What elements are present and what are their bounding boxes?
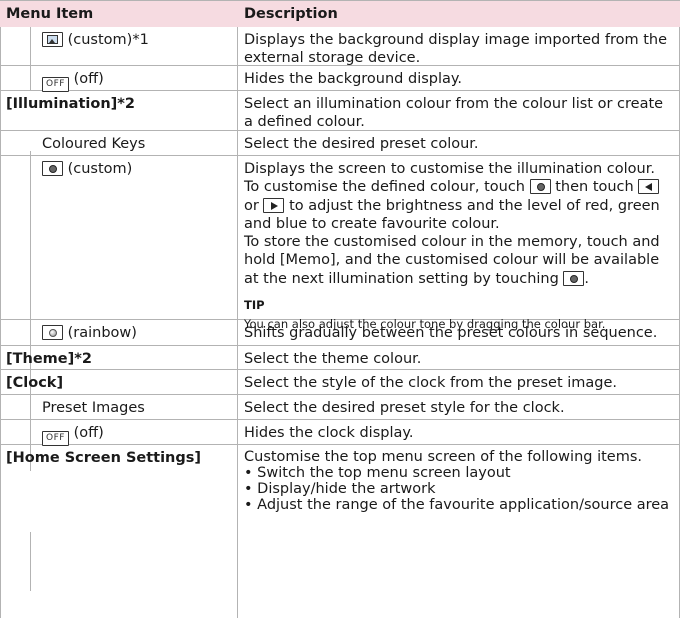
- row-description: Shifts gradually between the preset colo…: [244, 325, 658, 341]
- left-arrow-icon: [638, 179, 660, 195]
- off-button-icon: OFF: [42, 431, 69, 446]
- row-label: (custom): [42, 161, 132, 177]
- rainbow-icon: [42, 325, 63, 340]
- table-row: Preset Images Select the desired preset …: [0, 395, 680, 420]
- bullet-item: • Adjust the range of the favourite appl…: [244, 497, 670, 513]
- table-row: (custom) Displays the screen to customis…: [0, 156, 680, 331]
- table-row: Coloured Keys Select the desired preset …: [0, 131, 680, 156]
- row-description: Select the style of the clock from the p…: [244, 375, 618, 391]
- row-label: (rainbow): [42, 325, 137, 341]
- off-button-icon: OFF: [42, 77, 69, 92]
- row-description: Displays the background display image im…: [244, 32, 668, 67]
- right-arrow-icon: [263, 197, 285, 213]
- table-header: Menu Item Description: [0, 0, 680, 27]
- row-label: Coloured Keys: [42, 136, 146, 152]
- table-row: OFF (off) Hides the background display.: [0, 66, 680, 92]
- row-description: Hides the background display.: [244, 71, 463, 87]
- row-description: Select the desired preset style for the …: [244, 400, 565, 416]
- header-menu-item: Menu Item: [6, 6, 94, 22]
- color-dot-icon: [529, 179, 551, 195]
- row-description: Hides the clock display.: [244, 425, 414, 441]
- row-label: Preset Images: [42, 400, 145, 416]
- row-description: Select the theme colour.: [244, 351, 422, 367]
- row-label: OFF (off): [42, 71, 104, 92]
- row-label: [Illumination]*2: [6, 96, 135, 112]
- row-description: Select the desired preset colour.: [244, 136, 479, 152]
- color-dot-icon: [42, 161, 63, 176]
- row-label: OFF (off): [42, 425, 104, 446]
- row-label: (custom)*1: [42, 32, 149, 48]
- table-row: [Home Screen Settings] Customise the top…: [0, 445, 680, 591]
- bullet-item: • Display/hide the artwork: [244, 481, 436, 497]
- table-row: (rainbow) Shifts gradually between the p…: [0, 320, 680, 346]
- table-row: [Illumination]*2 Select an illumination …: [0, 91, 680, 131]
- table-row: [Theme]*2 Select the theme colour.: [0, 346, 680, 370]
- row-description: Customise the top menu screen of the fol…: [244, 449, 676, 513]
- picture-icon: [42, 32, 63, 47]
- color-dot-icon: [563, 270, 585, 286]
- bullet-item: • Switch the top menu screen layout: [244, 465, 511, 481]
- row-label: [Home Screen Settings]: [6, 450, 202, 466]
- row-label: [Theme]*2: [6, 351, 92, 367]
- table-row: (custom)*1 Displays the background displ…: [0, 27, 680, 66]
- table-row: [Clock] Select the style of the clock fr…: [0, 370, 680, 395]
- tip-label: TIP: [244, 298, 265, 313]
- header-description: Description: [244, 6, 338, 22]
- row-label: [Clock]: [6, 375, 64, 391]
- row-description: Displays the screen to customise the ill…: [244, 160, 676, 332]
- row-description: Select an illumination colour from the c…: [244, 96, 664, 131]
- table-row: OFF (off) Hides the clock display.: [0, 420, 680, 446]
